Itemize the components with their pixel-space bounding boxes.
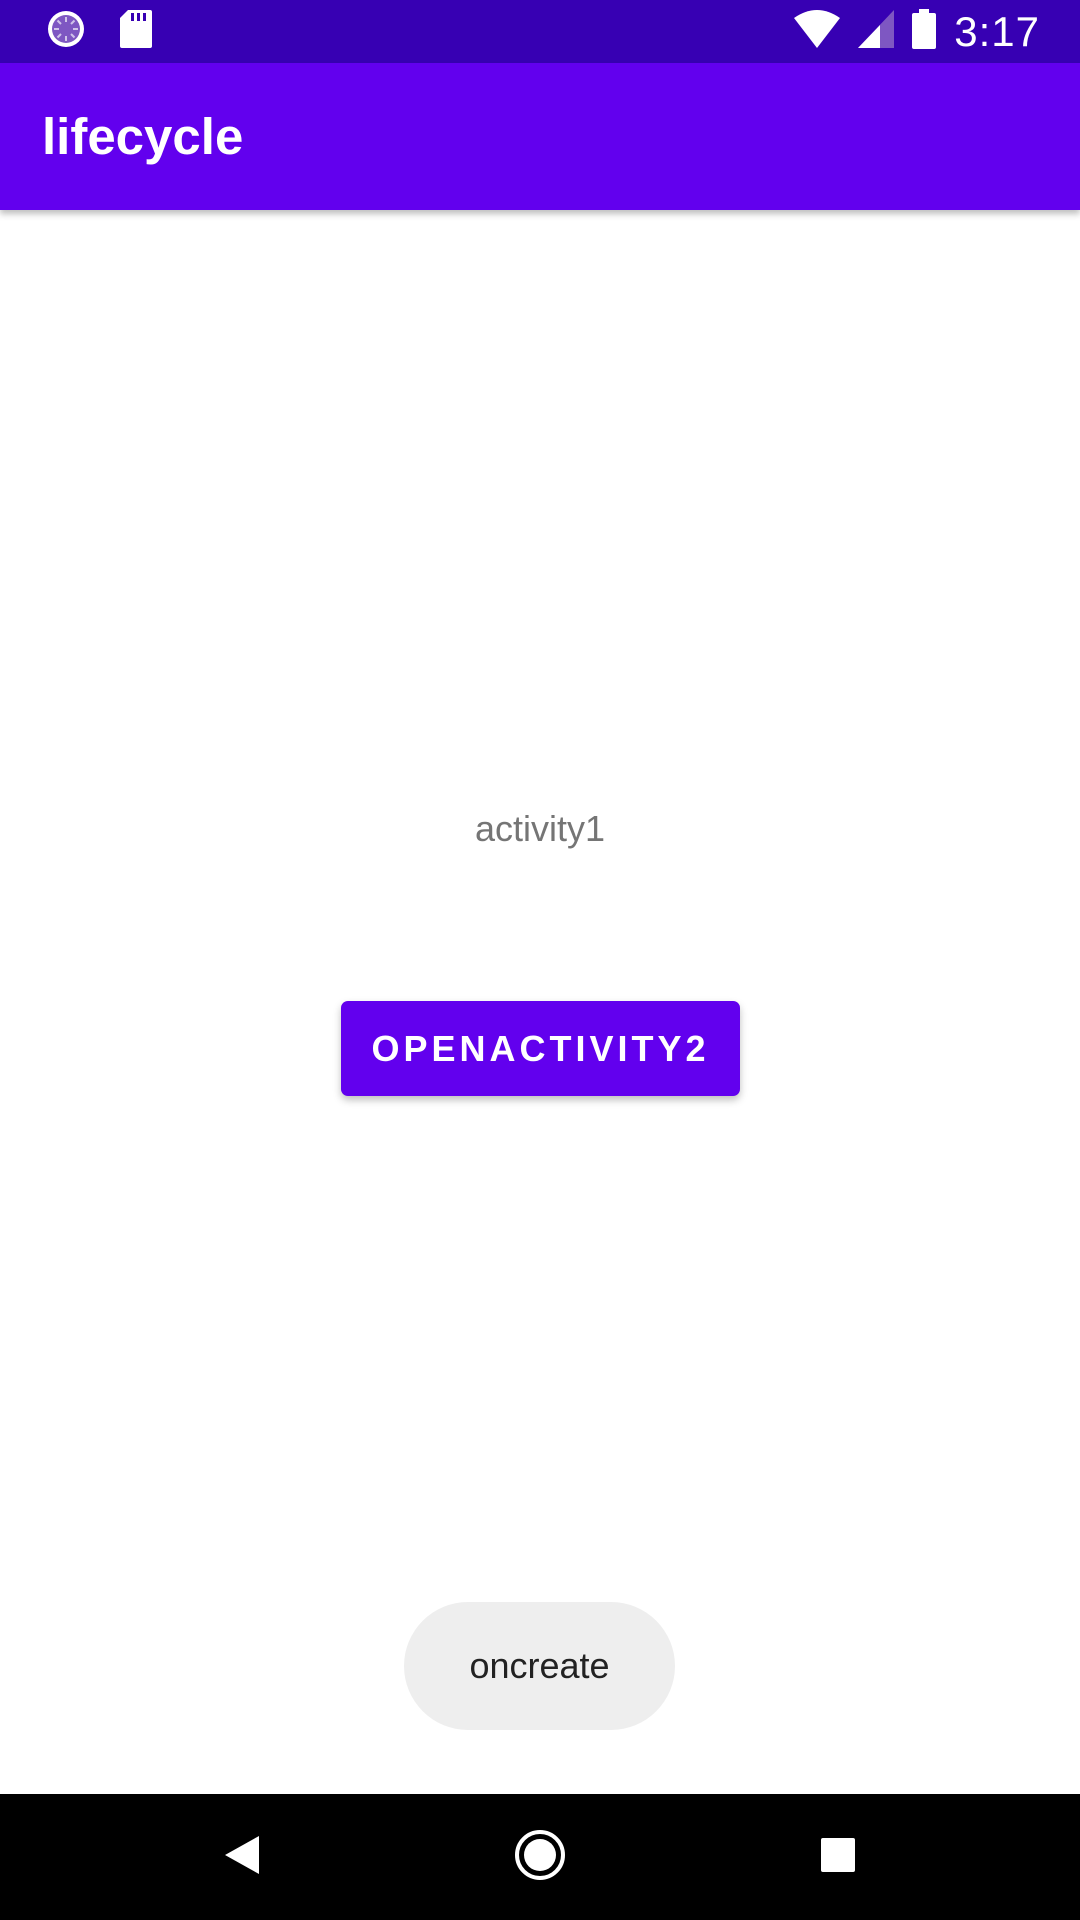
cellular-signal-icon — [858, 10, 895, 53]
wifi-icon — [794, 10, 841, 53]
activity-label: activity1 — [474, 808, 606, 849]
app-title: lifecycle — [42, 108, 244, 165]
toast-message: oncreate — [404, 1602, 675, 1730]
status-left-icons — [46, 9, 152, 54]
home-button[interactable] — [470, 1794, 610, 1920]
battery-icon — [912, 9, 937, 54]
toast-text: oncreate — [469, 1645, 610, 1686]
back-icon — [225, 1835, 259, 1879]
status-right-icons: 3:17 — [794, 0, 1040, 63]
navigation-bar — [0, 1794, 1080, 1920]
recents-button[interactable] — [768, 1794, 908, 1920]
back-button[interactable] — [172, 1794, 312, 1920]
open-activity2-button[interactable]: OPENACTIVITY2 — [341, 1001, 740, 1096]
sync-icon — [46, 9, 86, 54]
home-icon — [514, 1829, 566, 1886]
app-bar: lifecycle — [0, 63, 1080, 210]
status-time: 3:17 — [954, 7, 1040, 55]
sd-card-icon — [120, 9, 152, 53]
recents-icon — [821, 1837, 855, 1877]
status-bar: 3:17 — [0, 0, 1080, 63]
